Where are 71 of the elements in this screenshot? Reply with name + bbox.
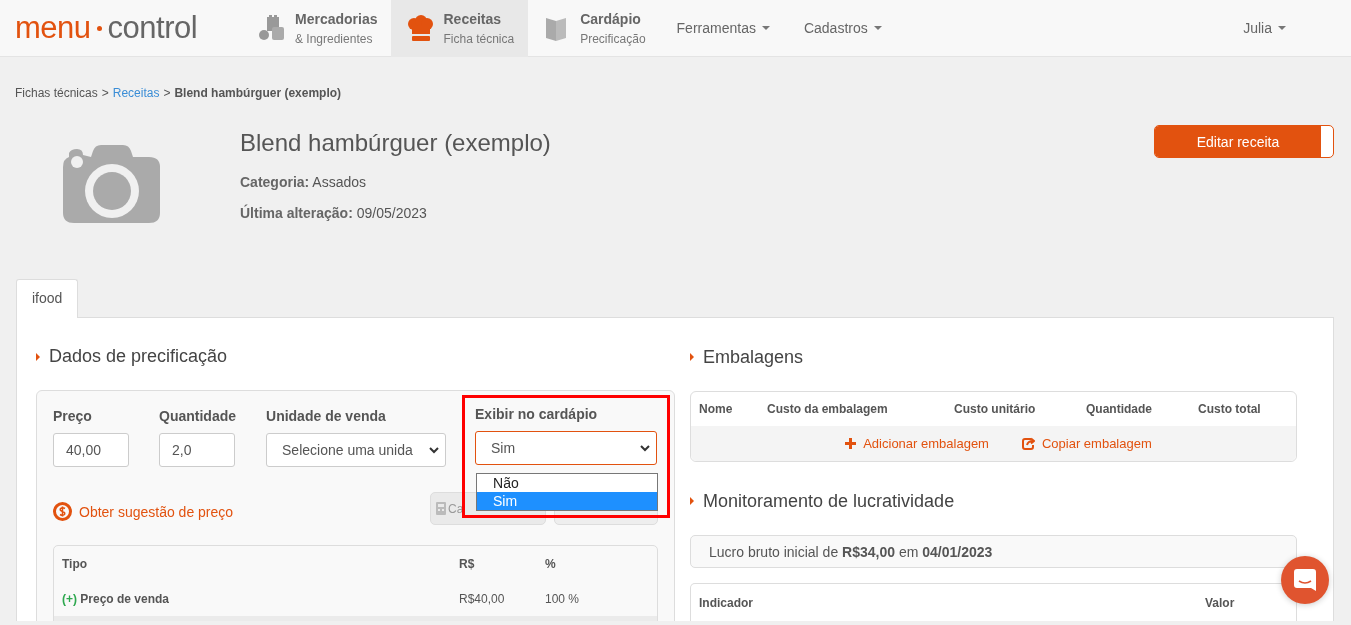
packaging-action-link[interactable]: Copiar embalagem [1021,436,1152,452]
column-header: Custo da embalagem [767,402,889,417]
logo-text: menu [15,10,91,46]
camera-icon [63,145,160,223]
triangle-icon [36,352,40,361]
profit-summary: Lucro bruto inicial de R$34,00 em 04/01/2023 [690,535,1297,569]
dollar-coin-icon [53,502,72,521]
table-cell-text: (+) Preço de venda [62,592,171,606]
select-field[interactable]: Sim [475,431,657,465]
chat-icon [1294,569,1316,591]
column-header: % [545,557,557,571]
nav-tab[interactable]: Receitas Ficha técnica [391,0,529,57]
column-header: Custo unitário [954,402,1037,417]
column-header: Valor [1205,595,1236,610]
nav-menu[interactable]: Cadastros [786,20,899,36]
triangle-icon [690,497,694,506]
column-header: Nome [699,402,734,417]
table-cell-text: R$40,00 [459,592,506,606]
packaging-action-link[interactable]: Adicionar embalagem [845,436,989,452]
field-label: Preço [53,408,93,424]
caret-icon [1278,26,1286,30]
app-logo[interactable]: menu control [15,10,243,46]
breadcrumb-separator: > [101,85,109,100]
column-header: Quantidade [1086,402,1153,417]
recipe-detail: Categoria: Assados [240,174,368,190]
tab[interactable]: ifood [16,279,79,318]
column-header: Custo total [1198,402,1262,417]
edit-recipe-button[interactable]: Editar receita [1154,125,1334,158]
input-field[interactable]: 40,00 [53,433,129,467]
dropdown-option[interactable]: Não [477,474,657,492]
section-title: Embalagens [703,346,804,368]
plus-icon [845,438,857,450]
price-suggestion-link[interactable]: Obter sugestão de preço [53,502,234,521]
nav-tab-title: Mercadorias [295,10,378,27]
chevron-down-icon [640,444,650,452]
field-label: Quantidade [159,408,236,424]
field-label: Exibir no cardápio [475,406,599,422]
field-label: Unidade de venda [266,408,387,424]
input-field[interactable]: 2,0 [159,433,235,467]
nav-tab[interactable]: Cardápio Precificação [528,0,660,57]
breadcrumb-current: Blend hambúrguer (exemplo) [174,85,342,100]
caret-icon [873,26,882,30]
nav-tab-subtitle: & Ingredientes [295,31,374,46]
recipe-title: Blend hambúrguer (exemplo) [240,129,552,157]
column-header: Tipo [62,557,89,571]
select-field[interactable]: Selecione uma unida [266,433,446,467]
nav-tab-title: Receitas [443,10,503,27]
chevron-down-icon [429,446,439,454]
triangle-icon [690,353,694,361]
recipe-detail: Última alteração: 09/05/2023 [240,205,428,221]
share-icon [1021,437,1035,451]
goods-icon [259,15,285,41]
breadcrumb-link[interactable]: Receitas [112,85,160,100]
table-cell-text: 100 % [545,592,581,606]
chef-hat-icon [407,15,434,41]
nav-tab-subtitle: Ficha técnica [443,31,515,46]
breadcrumb-item[interactable]: Fichas técnicas [15,85,98,100]
column-header: R$ [459,557,476,571]
nav-tab-subtitle: Precificação [580,31,646,46]
dropdown-option[interactable]: Sim [477,492,657,510]
column-header: Indicador [699,595,754,610]
section-title: Dados de precificação [49,346,228,367]
caret-icon [761,26,770,30]
logo-text: control [107,10,198,46]
calculator-icon [436,502,446,515]
nav-menu[interactable]: Ferramentas [659,20,787,36]
user-menu[interactable]: Julia [1226,20,1303,36]
breadcrumb-separator: > [163,85,171,100]
nav-tab-title: Cardápio [580,10,642,27]
section-title: Monitoramento de lucratividade [703,490,955,512]
nav-tab[interactable]: Mercadorias & Ingredientes [243,0,392,57]
